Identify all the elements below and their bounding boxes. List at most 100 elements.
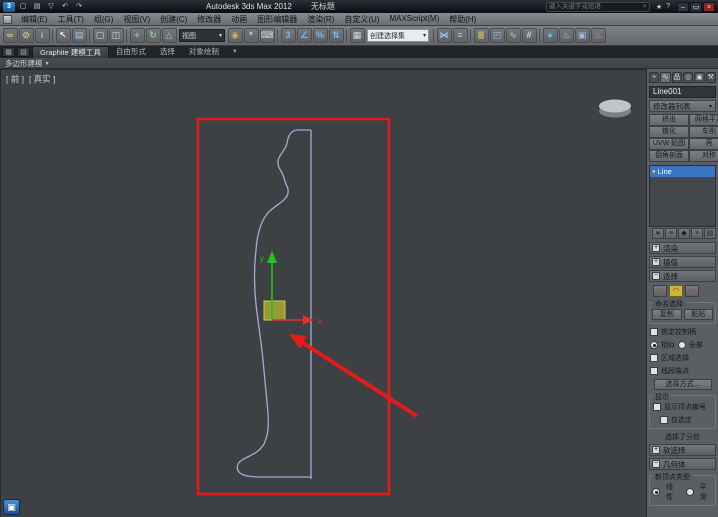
checkbox-icon[interactable] bbox=[653, 403, 661, 411]
gizmo-y-arrowhead[interactable] bbox=[267, 251, 277, 263]
stack-item-line[interactable]: ● Line bbox=[650, 166, 715, 177]
expand-icon[interactable]: + bbox=[652, 446, 660, 454]
rollout-soft-selection[interactable]: + 软选择 bbox=[649, 444, 716, 456]
menu-item-6[interactable]: 动画 bbox=[226, 14, 252, 25]
modifier-list-dropdown[interactable]: 修改器列表 ▾ bbox=[649, 100, 716, 112]
display-tab[interactable]: ▣ bbox=[694, 72, 705, 83]
close-button[interactable]: × bbox=[703, 1, 715, 12]
uvw-map-modifier-button[interactable]: UVW 贴图 bbox=[649, 138, 689, 150]
graphite-toggle-icon[interactable]: ◰ bbox=[489, 28, 505, 43]
rendered-frame-icon[interactable]: ▣ bbox=[574, 28, 590, 43]
show-vertex-numbers-checkbox[interactable]: 显示顶点编号 bbox=[652, 402, 713, 412]
bevel-profile-modifier-button[interactable]: 倒角剖面 bbox=[649, 150, 689, 162]
curve-editor-icon[interactable]: ∿ bbox=[505, 28, 521, 43]
edit-named-selections-icon[interactable]: ▦ bbox=[349, 28, 365, 43]
menu-item-0[interactable]: 编辑(E) bbox=[16, 14, 53, 25]
copy-button[interactable]: 复制 bbox=[652, 309, 682, 320]
menu-item-9[interactable]: 自定义(U) bbox=[339, 14, 384, 25]
star-icon[interactable]: ★ bbox=[656, 3, 662, 11]
modify-tab[interactable]: ∿ bbox=[660, 72, 671, 83]
expand-icon[interactable]: + bbox=[652, 258, 660, 266]
checkbox-icon[interactable] bbox=[650, 367, 658, 375]
polygon-modeling-label[interactable]: 多边形建模 bbox=[5, 58, 43, 69]
menu-item-10[interactable]: MAXScript(M) bbox=[384, 14, 444, 25]
menu-item-5[interactable]: 修改器 bbox=[192, 14, 226, 25]
bottom-left-app-icon[interactable]: ▣ bbox=[3, 499, 20, 515]
viewport[interactable]: [ 前 ] [ 真实 ] y x ▣ bbox=[0, 69, 646, 517]
segment-subobject-icon[interactable]: ◠ bbox=[669, 285, 683, 297]
percent-snap-icon[interactable]: % bbox=[312, 28, 328, 43]
paste-button[interactable]: 粘贴 bbox=[683, 309, 713, 320]
rectangular-selection-icon[interactable]: ▢ bbox=[92, 28, 108, 43]
gizmo-x-arrowhead[interactable] bbox=[303, 315, 314, 325]
pin-stack-icon[interactable]: ∗ bbox=[652, 228, 664, 239]
render-production-icon[interactable]: ♨ bbox=[590, 28, 606, 43]
spinner-snap-icon[interactable]: ⇅ bbox=[328, 28, 344, 43]
lock-handles-checkbox[interactable]: 锁定控制柄 bbox=[649, 327, 716, 337]
menu-item-2[interactable]: 组(G) bbox=[89, 14, 119, 25]
area-selection-checkbox[interactable]: 区域选择 bbox=[649, 353, 716, 363]
menu-logo-icon[interactable] bbox=[3, 14, 12, 24]
make-unique-icon[interactable]: ◆ bbox=[678, 228, 690, 239]
window-crossing-icon[interactable]: ◫ bbox=[108, 28, 124, 43]
select-and-scale-icon[interactable]: △ bbox=[161, 28, 177, 43]
symmetry-modifier-button[interactable]: 对称 bbox=[689, 150, 718, 162]
visibility-bulb-icon[interactable]: ● bbox=[652, 169, 656, 175]
search-input[interactable] bbox=[548, 3, 643, 10]
shell-modifier-button[interactable]: 壳 bbox=[689, 138, 718, 150]
layer-manager-icon[interactable]: ≣ bbox=[473, 28, 489, 43]
show-end-result-icon[interactable]: ≡ bbox=[665, 228, 677, 239]
linear-vertex-radio[interactable] bbox=[652, 488, 660, 496]
utilities-tab[interactable]: ⚒ bbox=[705, 72, 716, 83]
hierarchy-tab[interactable]: 品 bbox=[671, 72, 682, 83]
new-scene-icon[interactable]: ▢ bbox=[17, 2, 29, 12]
viewport-canvas[interactable]: y x bbox=[1, 70, 647, 517]
menu-item-8[interactable]: 渲染(R) bbox=[302, 14, 339, 25]
minimize-button[interactable]: – bbox=[677, 1, 689, 12]
select-and-rotate-icon[interactable]: ↻ bbox=[145, 28, 161, 43]
checkbox-icon[interactable] bbox=[650, 354, 658, 362]
alike-radio[interactable] bbox=[650, 341, 658, 349]
app-logo-icon[interactable]: 3 bbox=[3, 1, 15, 12]
select-and-link-icon[interactable]: ∞ bbox=[2, 28, 18, 43]
segment-end-checkbox[interactable]: 线段端点 bbox=[649, 366, 716, 376]
keyboard-override-icon[interactable]: ⌨ bbox=[259, 28, 275, 43]
spline-subobject-icon[interactable]: ∽ bbox=[685, 285, 699, 297]
selected-only-checkbox[interactable]: 仅选定 bbox=[652, 415, 713, 425]
select-and-move-icon[interactable]: + bbox=[129, 28, 145, 43]
help-icon[interactable]: ? bbox=[666, 3, 670, 11]
use-pivot-center-icon[interactable]: ◉ bbox=[227, 28, 243, 43]
expand-icon[interactable]: + bbox=[652, 244, 660, 252]
menu-item-1[interactable]: 工具(T) bbox=[53, 14, 89, 25]
vertex-subobject-icon[interactable]: ∴ bbox=[653, 285, 667, 297]
select-and-manipulate-icon[interactable]: * bbox=[243, 28, 259, 43]
render-setup-icon[interactable]: ♨ bbox=[558, 28, 574, 43]
collapse-icon[interactable]: − bbox=[652, 460, 660, 468]
rollout-rendering[interactable]: + 渲染 bbox=[649, 242, 716, 254]
modifier-stack[interactable]: ● Line bbox=[649, 165, 716, 227]
snaps-toggle-icon[interactable]: 3 bbox=[280, 28, 296, 43]
select-by-button[interactable]: 选择方式... bbox=[653, 379, 712, 390]
angle-snap-icon[interactable]: ∠ bbox=[296, 28, 312, 43]
taper-modifier-button[interactable]: 锥化 bbox=[649, 126, 689, 138]
configure-sets-icon[interactable]: ▤ bbox=[704, 228, 716, 239]
motion-tab[interactable]: ◎ bbox=[682, 72, 694, 83]
ribbon-tab-1[interactable]: 自由形式 bbox=[109, 46, 153, 58]
menu-item-4[interactable]: 创建(C) bbox=[155, 14, 192, 25]
collapse-icon[interactable]: − bbox=[652, 272, 660, 280]
ribbon-collapse-icon[interactable]: ▼ bbox=[232, 49, 238, 55]
save-file-icon[interactable]: ▽ bbox=[45, 2, 57, 12]
ribbon-tab-0[interactable]: Graphite 建模工具 bbox=[32, 46, 109, 58]
rollout-interpolation[interactable]: + 插值 bbox=[649, 256, 716, 268]
ribbon-tab-3[interactable]: 对象绘制 bbox=[182, 46, 226, 58]
checkbox-icon[interactable] bbox=[650, 328, 658, 336]
select-object-icon[interactable]: ↖ bbox=[55, 28, 71, 43]
menu-item-7[interactable]: 图形编辑器 bbox=[252, 14, 302, 25]
material-editor-icon[interactable]: ● bbox=[542, 28, 558, 43]
object-name-field[interactable]: Line001 bbox=[649, 86, 716, 98]
unlink-selection-icon[interactable]: ⊘ bbox=[18, 28, 34, 43]
named-selection-sets-combo[interactable]: 创建选择集 ▾ bbox=[367, 29, 429, 42]
remove-modifier-icon[interactable]: × bbox=[691, 228, 703, 239]
schematic-view-icon[interactable]: # bbox=[521, 28, 537, 43]
select-by-name-icon[interactable]: ▤ bbox=[71, 28, 87, 43]
